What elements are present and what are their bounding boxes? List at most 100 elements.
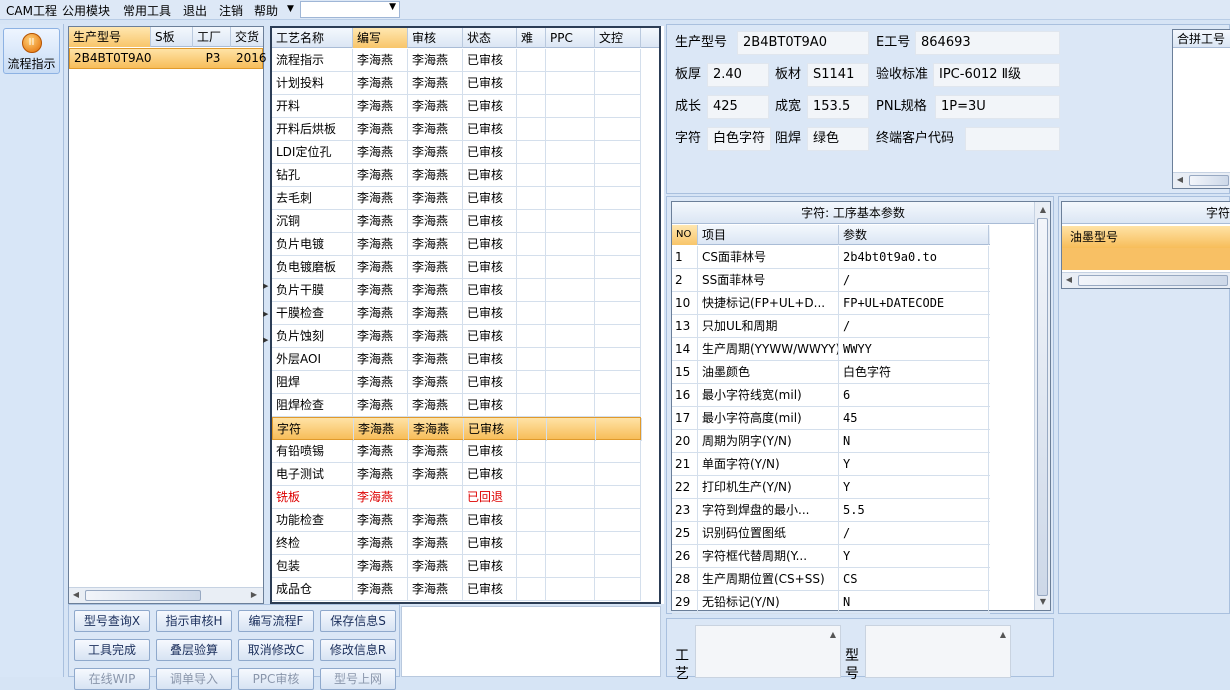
- table-row[interactable]: 负电镀磨板 李海燕 李海燕 已审核: [272, 256, 641, 279]
- scrollbar-thumb[interactable]: [1037, 218, 1048, 596]
- table-row[interactable]: 铣板 李海燕 已回退: [272, 486, 641, 509]
- table-row[interactable]: 17 最小字符高度(mil) 45: [672, 407, 990, 430]
- menu-logout[interactable]: 注销: [219, 2, 243, 19]
- table-row[interactable]: 阻焊检查 李海燕 李海燕 已审核: [272, 394, 641, 417]
- table-row[interactable]: 阻焊 李海燕 李海燕 已审核: [272, 371, 641, 394]
- column-header-factory[interactable]: 工厂: [193, 27, 231, 47]
- column-header-no[interactable]: NO: [672, 225, 698, 245]
- table-row[interactable]: 成品仓 李海燕 李海燕 已审核: [272, 578, 641, 601]
- table-row[interactable]: 电子测试 李海燕 李海燕 已审核: [272, 463, 641, 486]
- table-row[interactable]: 10 快捷标记(FP+UL+D... FP+UL+DATECODE: [672, 292, 990, 315]
- table-row[interactable]: 15 油墨颜色 白色字符: [672, 361, 990, 384]
- horizontal-scrollbar[interactable]: ◀: [1173, 172, 1230, 188]
- table-row[interactable]: 23 字符到焊盘的最小... 5.5: [672, 499, 990, 522]
- table-row[interactable]: 25 识别码位置图纸 /: [672, 522, 990, 545]
- model-field[interactable]: 2B4BT0T9A0: [737, 31, 869, 55]
- table-row[interactable]: LDI定位孔 李海燕 李海燕 已审核: [272, 141, 641, 164]
- arrow-left-icon[interactable]: ◀: [69, 588, 83, 602]
- horizontal-scrollbar[interactable]: ◀: [1062, 272, 1230, 288]
- arrow-up-icon[interactable]: ▲: [1036, 203, 1050, 217]
- table-row[interactable]: 干膜检查 李海燕 李海燕 已审核: [272, 302, 641, 325]
- menu-exit[interactable]: 退出: [183, 2, 207, 19]
- table-row[interactable]: 沉铜 李海燕 李海燕 已审核: [272, 210, 641, 233]
- arrow-left-icon[interactable]: ◀: [1062, 273, 1076, 287]
- thick-field[interactable]: 2.40: [707, 63, 769, 87]
- online-wip-button[interactable]: 在线WIP: [74, 668, 150, 690]
- column-header-ppc[interactable]: PPC: [546, 28, 595, 48]
- table-row[interactable]: 外层AOI 李海燕 李海燕 已审核: [272, 348, 641, 371]
- table-row[interactable]: 13 只加UL和周期 /: [672, 315, 990, 338]
- table-row[interactable]: 负片干膜 李海燕 李海燕 已审核: [272, 279, 641, 302]
- scrollbar-thumb[interactable]: [1189, 175, 1229, 186]
- stack-check-button[interactable]: 叠层验算: [156, 639, 232, 661]
- flow-indicator-button[interactable]: II 流程指示: [3, 28, 60, 74]
- table-row[interactable]: 21 单面字符(Y/N) Y: [672, 453, 990, 476]
- menu-help[interactable]: 帮助: [254, 2, 278, 19]
- splitter-handle[interactable]: ▶ ▶ ▶: [263, 282, 269, 344]
- scrollbar-thumb[interactable]: [1078, 275, 1228, 286]
- width-field[interactable]: 153.5: [807, 95, 869, 119]
- customer-field[interactable]: [965, 127, 1060, 151]
- ink-row[interactable]: [1062, 248, 1230, 270]
- char-field[interactable]: 白色字符: [707, 127, 771, 151]
- column-header-reviewer[interactable]: 审核: [408, 28, 463, 48]
- column-header-process[interactable]: 工艺名称: [272, 28, 353, 48]
- menu-public[interactable]: 公用模块: [62, 2, 110, 19]
- column-header-item[interactable]: 项目: [698, 225, 839, 245]
- table-row[interactable]: 终检 李海燕 李海燕 已审核: [272, 532, 641, 555]
- table-row[interactable]: 开料 李海燕 李海燕 已审核: [272, 95, 641, 118]
- table-row[interactable]: 有铅喷锡 李海燕 李海燕 已审核: [272, 440, 641, 463]
- vertical-scrollbar[interactable]: ▲ ▼: [1034, 202, 1050, 610]
- column-header-s-board[interactable]: S板: [151, 27, 193, 47]
- table-row[interactable]: 28 生产周期位置(CS+SS) CS: [672, 568, 990, 591]
- pnl-field[interactable]: 1P=3U: [935, 95, 1060, 119]
- horizontal-scrollbar[interactable]: ◀ ▶: [69, 587, 263, 603]
- table-row[interactable]: 开料后烘板 李海燕 李海燕 已审核: [272, 118, 641, 141]
- mask-field[interactable]: 绿色: [807, 127, 869, 151]
- table-row[interactable]: 22 打印机生产(Y/N) Y: [672, 476, 990, 499]
- table-row[interactable]: 2B4BT0T9A0 P3 2016: [69, 48, 266, 69]
- ppc-review-button[interactable]: PPC审核: [238, 668, 314, 690]
- instruction-review-button[interactable]: 指示审核H: [156, 610, 232, 632]
- write-flow-button[interactable]: 编写流程F: [238, 610, 314, 632]
- table-row[interactable]: 负片蚀刻 李海燕 李海燕 已审核: [272, 325, 641, 348]
- table-row[interactable]: 流程指示 李海燕 李海燕 已审核: [272, 49, 641, 72]
- column-header-doc-control[interactable]: 文控: [595, 28, 641, 48]
- column-header-merge[interactable]: 合拼工号: [1173, 30, 1230, 48]
- arrow-down-icon[interactable]: ▼: [1036, 595, 1050, 609]
- model-query-button[interactable]: 型号查询X: [74, 610, 150, 632]
- save-info-button[interactable]: 保存信息S: [320, 610, 396, 632]
- process-textarea[interactable]: ▲: [695, 625, 841, 678]
- emp-field[interactable]: 864693: [915, 31, 1060, 55]
- cancel-edit-button[interactable]: 取消修改C: [238, 639, 314, 661]
- menu-cam[interactable]: CAM工程: [6, 2, 57, 19]
- menu-dropdown[interactable]: ▼: [300, 1, 400, 18]
- table-row[interactable]: 负片电镀 李海燕 李海燕 已审核: [272, 233, 641, 256]
- menu-tools[interactable]: 常用工具: [123, 2, 171, 19]
- table-row[interactable]: 14 生产周期(YYWW/WWYY) WWYY: [672, 338, 990, 361]
- table-row[interactable]: 20 周期为阴字(Y/N) N: [672, 430, 990, 453]
- table-row[interactable]: 功能检查 李海燕 李海燕 已审核: [272, 509, 641, 532]
- table-row[interactable]: 钻孔 李海燕 李海燕 已审核: [272, 164, 641, 187]
- column-header-delivery[interactable]: 交货: [231, 27, 271, 47]
- table-row[interactable]: 29 无铅标记(Y/N) N: [672, 591, 990, 614]
- column-header-writer[interactable]: 编写: [353, 28, 408, 48]
- table-row[interactable]: 计划投料 李海燕 李海燕 已审核: [272, 72, 641, 95]
- edit-info-button[interactable]: 修改信息R: [320, 639, 396, 661]
- table-row[interactable]: 16 最小字符线宽(mil) 6: [672, 384, 990, 407]
- material-field[interactable]: S1141: [807, 63, 869, 87]
- column-header-model[interactable]: 生产型号: [69, 27, 151, 47]
- arrow-up-icon[interactable]: ▲: [826, 628, 840, 642]
- arrow-up-icon[interactable]: ▲: [996, 628, 1010, 642]
- scrollbar-thumb[interactable]: [85, 590, 201, 601]
- standard-field[interactable]: IPC-6012 Ⅱ级: [933, 63, 1060, 87]
- model-online-button[interactable]: 型号上网: [320, 668, 396, 690]
- table-row[interactable]: 去毛刺 李海燕 李海燕 已审核: [272, 187, 641, 210]
- arrow-left-icon[interactable]: ◀: [1173, 173, 1187, 187]
- arrow-right-icon[interactable]: ▶: [247, 588, 261, 602]
- model-textarea[interactable]: ▲: [865, 625, 1011, 678]
- import-order-button[interactable]: 调单导入: [156, 668, 232, 690]
- length-field[interactable]: 425: [707, 95, 769, 119]
- column-header-difficulty[interactable]: 难: [517, 28, 546, 48]
- table-row[interactable]: 包装 李海燕 李海燕 已审核: [272, 555, 641, 578]
